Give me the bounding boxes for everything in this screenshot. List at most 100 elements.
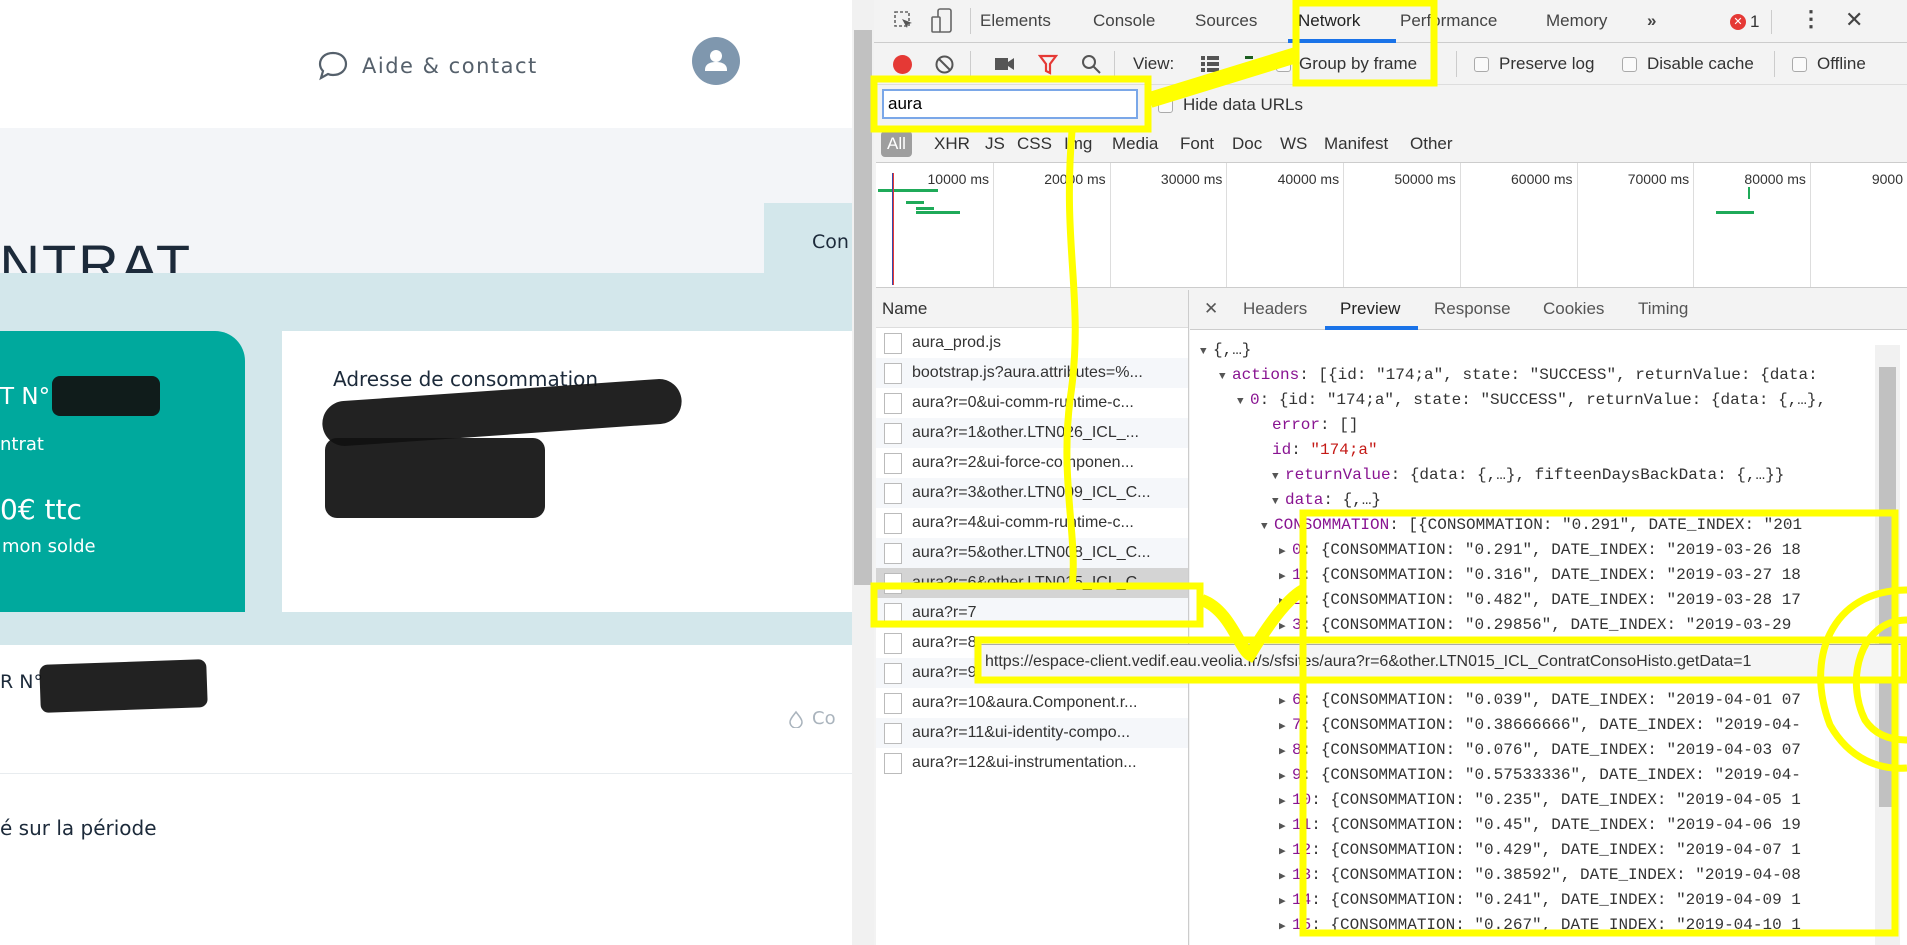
preview-line[interactable]: ▶ 9: {CONSOMMATION: "0.57533336", DATE_IN… [1190,763,1870,788]
type-media[interactable]: Media [1112,134,1158,154]
screenshot-camera-icon[interactable] [994,56,1016,72]
collapsed-arrow-icon[interactable]: ▶ [1279,865,1292,890]
offline-checkbox[interactable]: Offline [1792,54,1866,74]
preview-line[interactable]: ▶ 10: {CONSOMMATION: "0.235", DATE_INDEX:… [1190,788,1870,813]
preview-line[interactable]: ▶ 1: {CONSOMMATION: "0.316", DATE_INDEX: … [1190,563,1870,588]
collapsed-arrow-icon[interactable]: ▶ [1279,715,1292,740]
type-js[interactable]: JS [985,134,1005,154]
request-row[interactable]: aura?r=6&other.LTN015_ICL_C... [876,568,1188,598]
type-ws[interactable]: WS [1280,134,1307,154]
preview-line[interactable]: ▶ 11: {CONSOMMATION: "0.45", DATE_INDEX: … [1190,813,1870,838]
balance-link[interactable]: mon solde [2,536,96,557]
tab-timing[interactable]: Timing [1638,299,1688,319]
type-all[interactable]: All [881,131,912,157]
preview-line[interactable]: ▶ 12: {CONSOMMATION: "0.429", DATE_INDEX:… [1190,838,1870,863]
preview-line[interactable]: ▼ CONSOMMATION: [{CONSOMMATION: "0.291", … [1190,513,1870,538]
disable-cache-checkbox[interactable]: Disable cache [1622,54,1754,74]
tab-sources[interactable]: Sources [1195,11,1257,31]
inspect-element-icon[interactable] [892,9,916,33]
tab-elements[interactable]: Elements [980,11,1051,31]
tab-headers[interactable]: Headers [1243,299,1307,319]
tab-preview[interactable]: Preview [1340,299,1400,319]
preview-line[interactable]: ▶ 15: {CONSOMMATION: "0.267", DATE_INDEX:… [1190,913,1870,938]
type-img[interactable]: Img [1064,134,1092,154]
request-row[interactable]: bootstrap.js?aura.attributes=%... [876,358,1188,388]
record-icon[interactable] [893,55,912,74]
type-xhr[interactable]: XHR [934,134,970,154]
type-css[interactable]: CSS [1017,134,1052,154]
collapsed-arrow-icon[interactable]: ▶ [1279,815,1292,840]
preview-line[interactable]: ▶ 14: {CONSOMMATION: "0.241", DATE_INDEX:… [1190,888,1870,913]
request-row[interactable]: aura?r=3&other.LTN009_ICL_C... [876,478,1188,508]
collapsed-arrow-icon[interactable]: ▶ [1279,690,1292,715]
type-manifest[interactable]: Manifest [1324,134,1388,154]
help-contact-link[interactable]: Aide & contact [316,50,538,82]
preview-line[interactable]: ▼ {,…} [1190,338,1870,363]
request-row[interactable]: aura?r=1&other.LTN026_ICL_... [876,418,1188,448]
collapsed-arrow-icon[interactable]: ▶ [1279,740,1292,765]
preview-line[interactable]: ▼ data: {,…} [1190,488,1870,513]
name-column-header[interactable]: Name [876,290,1188,328]
collapsed-arrow-icon[interactable]: ▶ [1279,840,1292,865]
more-tabs-button[interactable]: » [1647,11,1656,31]
consumption-link[interactable]: Co [788,708,836,729]
user-avatar[interactable] [692,37,740,85]
collapsed-arrow-icon[interactable]: ▶ [1279,590,1292,615]
preview-line[interactable]: ▶ 13: {CONSOMMATION: "0.38592", DATE_INDE… [1190,863,1870,888]
tab-network[interactable]: Network [1298,11,1360,31]
collapsed-arrow-icon[interactable]: ▶ [1279,765,1292,790]
preview-line[interactable]: ▶ 6: {CONSOMMATION: "0.039", DATE_INDEX: … [1190,688,1870,713]
preview-line[interactable]: ▶ 0: {CONSOMMATION: "0.291", DATE_INDEX: … [1190,538,1870,563]
close-devtools-icon[interactable]: ✕ [1845,7,1863,33]
preview-line[interactable]: ▶ 7: {CONSOMMATION: "0.38666666", DATE_IN… [1190,713,1870,738]
expanded-arrow-icon[interactable]: ▼ [1237,390,1250,415]
tab-response[interactable]: Response [1434,299,1511,319]
filter-input[interactable] [882,89,1138,119]
request-row[interactable]: aura?r=11&ui-identity-compo... [876,718,1188,748]
type-other[interactable]: Other [1410,134,1453,154]
hide-data-urls-checkbox[interactable]: Hide data URLs [1158,95,1303,115]
network-overview-timeline[interactable]: 10000 ms 20000 ms 30000 ms 40000 ms 50000 ms… [876,162,1907,288]
request-row[interactable]: aura?r=10&aura.Component.r... [876,688,1188,718]
request-row[interactable]: aura?r=0&ui-comm-runtime-c... [876,388,1188,418]
waterfall-overview-icon[interactable] [1244,54,1266,74]
preview-line[interactable]: ▶ 8: {CONSOMMATION: "0.076", DATE_INDEX: … [1190,738,1870,763]
page-scrollbar-thumb[interactable] [854,30,872,585]
group-by-frame-checkbox[interactable]: Group by frame [1276,54,1417,74]
clear-icon[interactable] [934,54,955,75]
expanded-arrow-icon[interactable]: ▼ [1219,365,1232,390]
tab-performance[interactable]: Performance [1400,11,1497,31]
error-counter[interactable]: ✕ 1 [1730,12,1759,32]
collapsed-arrow-icon[interactable]: ▶ [1279,540,1292,565]
request-row[interactable]: aura?r=4&ui-comm-runtime-c... [876,508,1188,538]
tab-console[interactable]: Console [1093,11,1155,31]
expanded-arrow-icon[interactable]: ▼ [1272,465,1285,490]
tab-cookies[interactable]: Cookies [1543,299,1604,319]
collapsed-arrow-icon[interactable]: ▶ [1279,615,1292,640]
kebab-menu-icon[interactable]: ⋮ [1800,6,1822,32]
preview-line[interactable]: ▼ actions: [{id: "174;a", state: "SUCCESS… [1190,363,1870,388]
request-row[interactable]: aura_prod.js [876,328,1188,358]
tab-memory[interactable]: Memory [1546,11,1607,31]
tab-consommation[interactable]: Con [764,203,852,275]
collapsed-arrow-icon[interactable]: ▶ [1279,915,1292,940]
search-icon[interactable] [1080,53,1102,75]
type-font[interactable]: Font [1180,134,1214,154]
preview-line[interactable]: ▼ 0: {id: "174;a", state: "SUCCESS", retu… [1190,388,1870,413]
type-doc[interactable]: Doc [1232,134,1262,154]
collapsed-arrow-icon[interactable]: ▶ [1279,890,1292,915]
preserve-log-checkbox[interactable]: Preserve log [1474,54,1594,74]
expanded-arrow-icon[interactable]: ▼ [1200,340,1213,365]
expanded-arrow-icon[interactable]: ▼ [1272,490,1285,515]
filter-icon[interactable] [1038,54,1058,75]
large-rows-icon[interactable] [1200,55,1220,73]
collapsed-arrow-icon[interactable]: ▶ [1279,790,1292,815]
collapsed-arrow-icon[interactable]: ▶ [1279,565,1292,590]
preview-line[interactable]: ▶ 2: {CONSOMMATION: "0.482", DATE_INDEX: … [1190,588,1870,613]
request-row[interactable]: aura?r=7 [876,598,1188,628]
request-row[interactable]: aura?r=2&ui-force-componen... [876,448,1188,478]
close-detail-icon[interactable]: ✕ [1204,299,1218,319]
request-row[interactable]: aura?r=5&other.LTN008_ICL_C... [876,538,1188,568]
expanded-arrow-icon[interactable]: ▼ [1261,515,1274,540]
device-toolbar-icon[interactable] [930,7,954,35]
